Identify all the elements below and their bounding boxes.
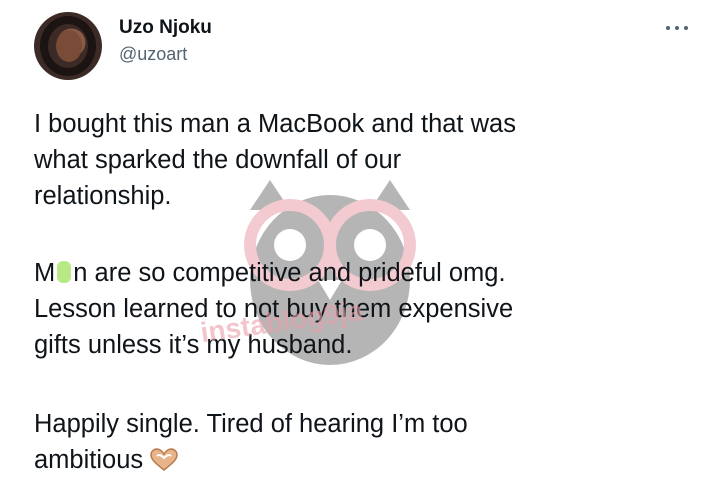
tweet-line: Happily single. Tired of hearing I’m too	[34, 410, 468, 438]
more-horizontal-icon[interactable]	[664, 22, 690, 34]
tweet-line: gifts unless it’s my husband.	[34, 331, 353, 359]
tweet-paragraph-3: Happily single. Tired of hearing I’m too…	[34, 406, 694, 478]
tweet-line: Lesson learned to not buy them expensive	[34, 295, 514, 323]
avatar[interactable]	[34, 12, 102, 80]
tweet-line: ambitious	[34, 442, 694, 478]
tweet-text-fragment: ambitious	[34, 446, 144, 474]
tweet-line: what sparked the downfall of our	[34, 146, 402, 174]
tweet-card: Uzo Njoku @uzoart I bought this man a Ma…	[0, 0, 720, 485]
tweet-line: I bought this man a MacBook and that was	[34, 110, 516, 138]
censor-highlight	[57, 261, 72, 283]
avatar-face	[56, 30, 82, 62]
tweet-paragraph-1: I bought this man a MacBook and that was…	[34, 106, 694, 214]
tweet-text-fragment: n are so competitive and prideful omg.	[73, 259, 506, 287]
user-handle[interactable]: @uzoart	[119, 44, 187, 65]
tweet-paragraph-2: Mn are so competitive and prideful omg. …	[34, 255, 694, 363]
tweet-text-fragment: M	[34, 259, 56, 287]
tweet-line: Mn are so competitive and prideful omg.	[34, 255, 694, 291]
display-name[interactable]: Uzo Njoku	[119, 17, 212, 39]
heart-hands-icon	[150, 448, 178, 471]
tweet-line: relationship.	[34, 182, 172, 210]
